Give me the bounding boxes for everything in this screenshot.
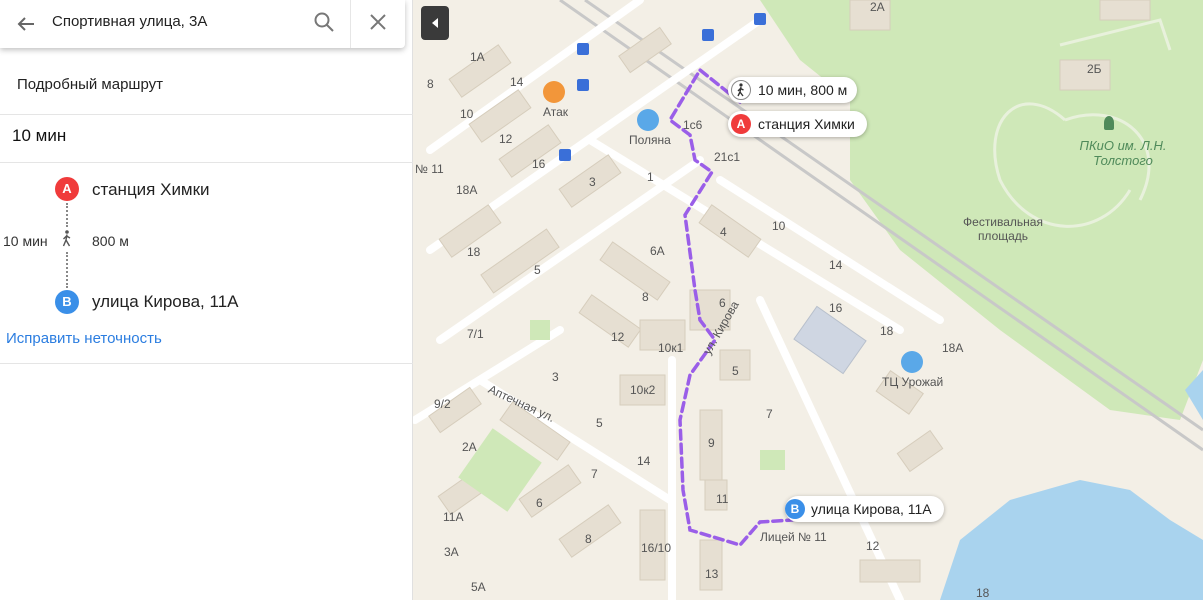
pedestrian-icon [62, 230, 71, 247]
panel-title: Подробный маршрут [17, 76, 164, 93]
house-number: 18 [467, 245, 481, 259]
house-number: 5 [596, 416, 603, 430]
tree-icon [1104, 116, 1114, 130]
house-number: 16 [829, 301, 843, 315]
divider [0, 162, 413, 163]
poi-atak-icon[interactable] [543, 81, 565, 103]
house-number: 12 [866, 539, 880, 553]
house-number: 10к1 [658, 341, 684, 355]
report-inaccuracy-link[interactable]: Исправить неточность [6, 330, 162, 347]
route-info-text: 10 мин, 800 м [758, 82, 848, 98]
festival-label: Фестивальная площадь [963, 215, 1043, 243]
house-number: 3А [444, 545, 459, 559]
house-number: 11А [443, 510, 464, 524]
route-panel: Спортивная улица, 3А Подробный маршрут 1… [0, 0, 413, 600]
house-number: 3 [589, 175, 596, 189]
marker-b-bubble[interactable]: улица Кирова, 11А [785, 496, 944, 522]
total-time: 10 мин [12, 126, 67, 145]
house-number: 4 [720, 225, 727, 239]
poi-licey-label[interactable]: Лицей № 11 [760, 530, 827, 544]
house-number: 8 [585, 532, 592, 546]
house-number: 3 [552, 370, 559, 384]
divider [350, 0, 351, 48]
house-number: 6 [719, 296, 726, 310]
house-number: 1А [470, 50, 485, 64]
house-number: 11 [716, 492, 729, 506]
poi-urozhay-label[interactable]: ТЦ Урожай [882, 375, 943, 389]
house-number: 7 [766, 407, 773, 421]
search-icon[interactable] [312, 10, 336, 34]
divider [0, 114, 413, 115]
house-number: 12 [611, 330, 625, 344]
search-input[interactable]: Спортивная улица, 3А [52, 0, 207, 44]
house-number: 5 [534, 263, 541, 277]
house-number: 16 [532, 157, 546, 171]
segment-duration: 10 мин [3, 233, 48, 249]
house-number: 8 [427, 77, 434, 91]
house-number: 2Б [1087, 62, 1102, 76]
house-number: 10к2 [630, 383, 656, 397]
point-a-marker: A [55, 177, 79, 201]
segment-distance: 800 м [92, 233, 129, 249]
house-number: 18А [942, 341, 964, 355]
poi-polyana-label[interactable]: Поляна [629, 133, 671, 147]
divider [0, 363, 413, 364]
house-number: 16/10 [641, 541, 672, 555]
bus-stop-icon[interactable] [559, 149, 571, 161]
point-b-marker: B [55, 290, 79, 314]
bus-stop-icon[interactable] [754, 13, 766, 25]
house-number: 13 [705, 567, 719, 581]
house-number: 21с1 [714, 150, 741, 164]
house-number: 1с6 [683, 118, 703, 132]
poi-n11-label: № 11 [415, 162, 444, 176]
house-number: 6А [650, 244, 665, 258]
house-number: 5А [471, 580, 486, 594]
house-number: 7 [591, 467, 598, 481]
house-number: 14 [510, 75, 524, 89]
marker-b[interactable]: B [785, 499, 805, 519]
house-number: 14 [829, 258, 843, 272]
bus-stop-icon[interactable] [702, 29, 714, 41]
marker-b-text: улица Кирова, 11А [811, 501, 932, 517]
arrow-left-icon[interactable] [14, 12, 38, 36]
route-info-bubble[interactable]: 10 мин, 800 м [728, 77, 858, 103]
point-a-name: станция Химки [92, 180, 210, 199]
bus-stop-icon[interactable] [577, 43, 589, 55]
house-number: 12 [499, 132, 513, 146]
bus-stop-icon[interactable] [577, 79, 589, 91]
route-connector [66, 203, 70, 227]
search-bar: Спортивная улица, 3А [0, 0, 405, 48]
caret-left-icon [432, 18, 438, 28]
route-connector [66, 252, 70, 288]
marker-a-text: станция Химки [758, 116, 855, 132]
park-label[interactable]: ПКиО им. Л.Н. Толстого [1078, 138, 1168, 168]
house-number: 18А [456, 183, 478, 197]
house-number: 9/2 [434, 397, 451, 411]
pedestrian-icon [731, 80, 751, 100]
house-number: 10 [772, 219, 786, 233]
house-number: 2А [870, 0, 885, 14]
collapse-panel-button[interactable] [421, 6, 449, 40]
house-number: 9 [708, 436, 715, 450]
close-icon[interactable] [366, 10, 390, 34]
house-number: 2А [462, 440, 477, 454]
house-number: 10 [460, 107, 474, 121]
house-number: 18 [880, 324, 894, 338]
house-number: 14 [637, 454, 651, 468]
poi-urozhay-icon[interactable] [901, 351, 923, 373]
point-b-name: улица Кирова, 11А [92, 292, 239, 311]
poi-polyana-icon[interactable] [637, 109, 659, 131]
house-number: 1 [647, 170, 654, 184]
house-number: 6 [536, 496, 543, 510]
poi-atak-label[interactable]: Атак [543, 105, 568, 119]
marker-a[interactable]: A [731, 114, 751, 134]
house-number: 18 [976, 586, 990, 600]
house-number: 5 [732, 364, 739, 378]
house-number: 7/1 [467, 327, 484, 341]
house-number: 8 [642, 290, 649, 304]
